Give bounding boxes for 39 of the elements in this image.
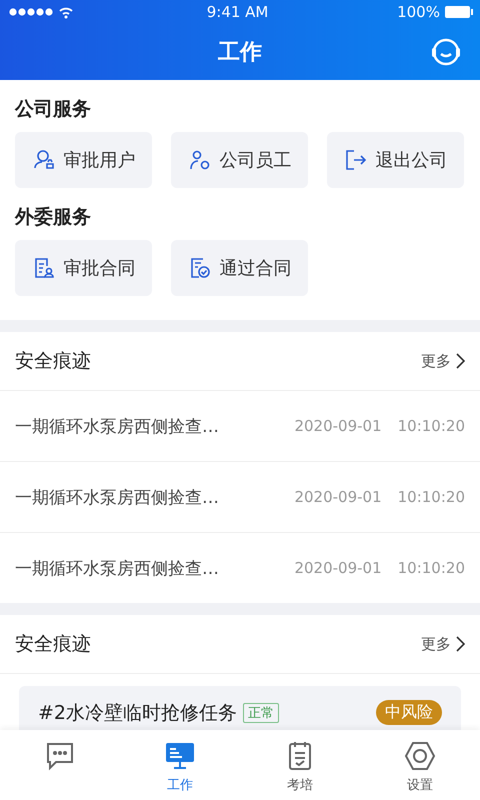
record-title: 一期循环水泵房西侧捡查…	[15, 416, 219, 438]
section-title: 安全痕迹	[15, 632, 91, 657]
record-title: 一期循环水泵房西侧捡查…	[15, 486, 219, 508]
record-time: 10:10:20	[398, 488, 465, 506]
user-icon	[32, 148, 56, 172]
record-date: 2020-09-01	[294, 488, 382, 506]
exit-icon	[344, 148, 368, 172]
battery-percent: 100%	[397, 3, 440, 21]
group-title: 公司服务	[15, 97, 92, 122]
record-title: 一期循环水泵房西侧捡查…	[15, 558, 219, 580]
task-card[interactable]: #2水冷壁临时抢修任务 正常 中风险	[19, 686, 461, 730]
more-link[interactable]: 更多	[421, 352, 465, 370]
page-title: 工作	[218, 39, 262, 67]
tab-item[interactable]: 考培	[240, 730, 360, 800]
service-button[interactable]: 退出公司	[327, 132, 464, 188]
monitor-icon	[164, 740, 196, 772]
chevron-right-icon	[455, 636, 465, 652]
service-button[interactable]: 通过合同	[171, 240, 308, 296]
record-time: 10:10:20	[398, 417, 465, 435]
risk-badge: 中风险	[376, 700, 442, 725]
battery-icon	[444, 5, 474, 19]
chevron-right-icon	[455, 353, 465, 369]
service-button[interactable]: 审批合同	[15, 240, 152, 296]
service-button[interactable]: 公司员工	[171, 132, 308, 188]
tab-item[interactable]: 工作	[120, 730, 240, 800]
headset-icon[interactable]	[430, 36, 462, 68]
more-link[interactable]: 更多	[421, 634, 465, 654]
status-tag: 正常	[243, 703, 280, 723]
settings-icon	[404, 740, 436, 772]
status-time: 9:41 AM	[206, 3, 268, 21]
chat-icon	[44, 740, 76, 772]
group-title: 外委服务	[15, 205, 92, 230]
section-title: 安全痕迹	[15, 349, 91, 374]
service-button[interactable]: 审批用户	[15, 132, 152, 188]
record-date: 2020-09-01	[294, 559, 382, 577]
record-date: 2020-09-01	[294, 417, 382, 435]
record-time: 10:10:20	[398, 559, 465, 577]
tab-item[interactable]: 设置	[360, 730, 480, 800]
task-title: #2水冷壁临时抢修任务	[38, 701, 238, 726]
